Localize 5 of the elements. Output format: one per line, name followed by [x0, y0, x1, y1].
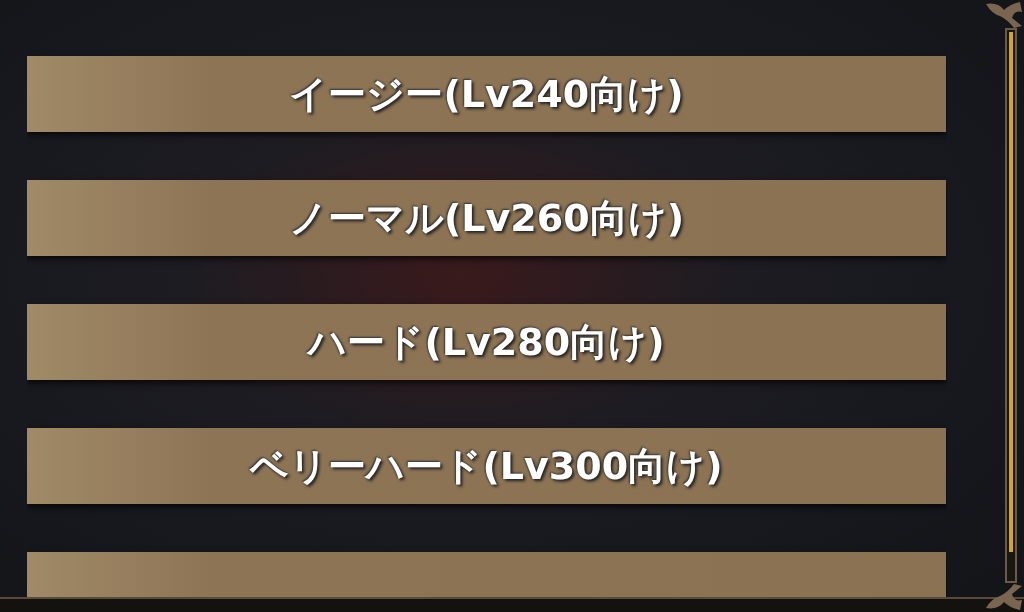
difficulty-button[interactable]: イージー(Lv240向け)	[27, 56, 946, 132]
difficulty-button[interactable]: ベリーハード(Lv300向け)	[27, 428, 946, 504]
scroll-thumb[interactable]	[1009, 32, 1013, 552]
difficulty-button[interactable]: ノーマル(Lv260向け)	[27, 180, 946, 256]
difficulty-button[interactable]: ハード(Lv280向け)	[27, 304, 946, 380]
